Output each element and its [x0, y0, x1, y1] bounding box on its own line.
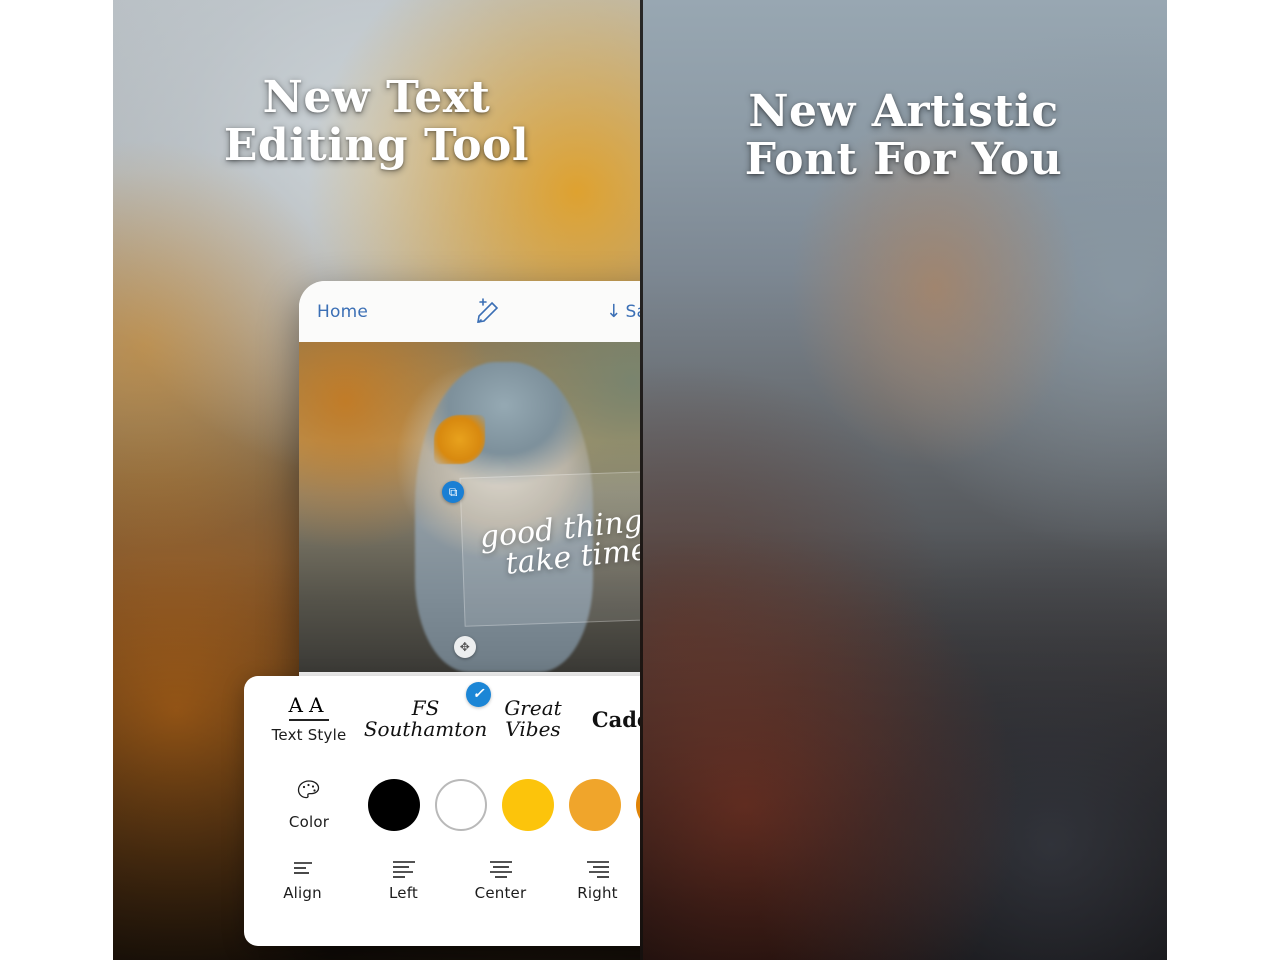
save-label: Save: [625, 301, 640, 322]
text-tool-sheet-left: AA Text Style ✓ FS Southamton Great Vibe…: [244, 676, 640, 946]
color-swatch-amber[interactable]: [569, 779, 621, 831]
align-right-icon: [586, 861, 609, 879]
font-option-cadena[interactable]: Cadena: [583, 707, 640, 732]
align-left-icon: [392, 861, 415, 879]
headline-line-2: Editing Tool: [223, 120, 530, 172]
align-left-label: Left: [388, 884, 419, 903]
font-name-line-2: Vibes: [505, 717, 561, 741]
download-arrow-icon: ↓: [606, 300, 622, 322]
color-label: Color: [288, 812, 330, 831]
text-style-button[interactable]: AA Text Style: [250, 693, 368, 744]
save-button[interactable]: ↓ Save: [606, 302, 640, 322]
pencil-plus-icon[interactable]: [470, 297, 504, 327]
editor-canvas-left[interactable]: good things take time ⧉ ✕ ⟳ ✥: [299, 342, 640, 672]
font-name-line-1: Cadena: [591, 706, 640, 732]
home-button[interactable]: Home: [317, 302, 368, 322]
aa-icon: AA: [288, 693, 330, 722]
move-handle-icon[interactable]: ✥: [453, 635, 476, 658]
align-center-label: Center: [474, 884, 527, 903]
page-title-right: New Artistic Font For You: [640, 86, 1167, 186]
headline-line-1: New Artistic: [748, 86, 1059, 137]
color-swatch-list: [368, 779, 640, 831]
color-swatch-yellow[interactable]: [502, 779, 554, 831]
align-center-button[interactable]: Center: [452, 859, 549, 902]
align-right-button[interactable]: Right: [549, 859, 640, 902]
headline-line-1: New Text: [262, 72, 491, 123]
align-label: Align: [283, 884, 322, 903]
color-swatch-black[interactable]: [368, 779, 420, 831]
align-right-label: Right: [577, 884, 618, 903]
align-center-icon: [489, 861, 512, 879]
font-name-line-2: Southamton: [363, 717, 488, 741]
align-row: Align Left Center Right: [244, 848, 640, 914]
page-title-left: New Text Editing Tool: [113, 72, 640, 172]
text-style-label: Text Style: [271, 726, 347, 745]
screenshot-stage: New Text Editing Tool Home ↓ Save: [0, 0, 1280, 960]
promo-panel-left: New Text Editing Tool Home ↓ Save: [113, 0, 640, 960]
color-swatch-white[interactable]: [435, 779, 487, 831]
app-topbar-left: Home ↓ Save: [299, 281, 640, 342]
color-row: Color: [244, 762, 640, 848]
text-style-row: AA Text Style ✓ FS Southamton Great Vibe…: [244, 676, 640, 762]
color-button[interactable]: Color: [250, 779, 368, 831]
headline-line-2: Font For You: [744, 134, 1063, 186]
photo-leaf: [434, 414, 485, 465]
promo-panel-right: New Artistic Font For You Home ↓ Save: [640, 0, 1167, 960]
align-icon: [293, 862, 312, 875]
align-left-button[interactable]: Left: [355, 859, 452, 902]
palette-icon: [296, 779, 322, 808]
layers-handle-icon[interactable]: ⧉: [442, 480, 465, 503]
font-option-fs-southamton[interactable]: ✓ FS Southamton: [364, 682, 491, 740]
align-button[interactable]: Align: [250, 859, 355, 902]
font-option-great-vibes[interactable]: Great Vibes: [483, 698, 583, 740]
